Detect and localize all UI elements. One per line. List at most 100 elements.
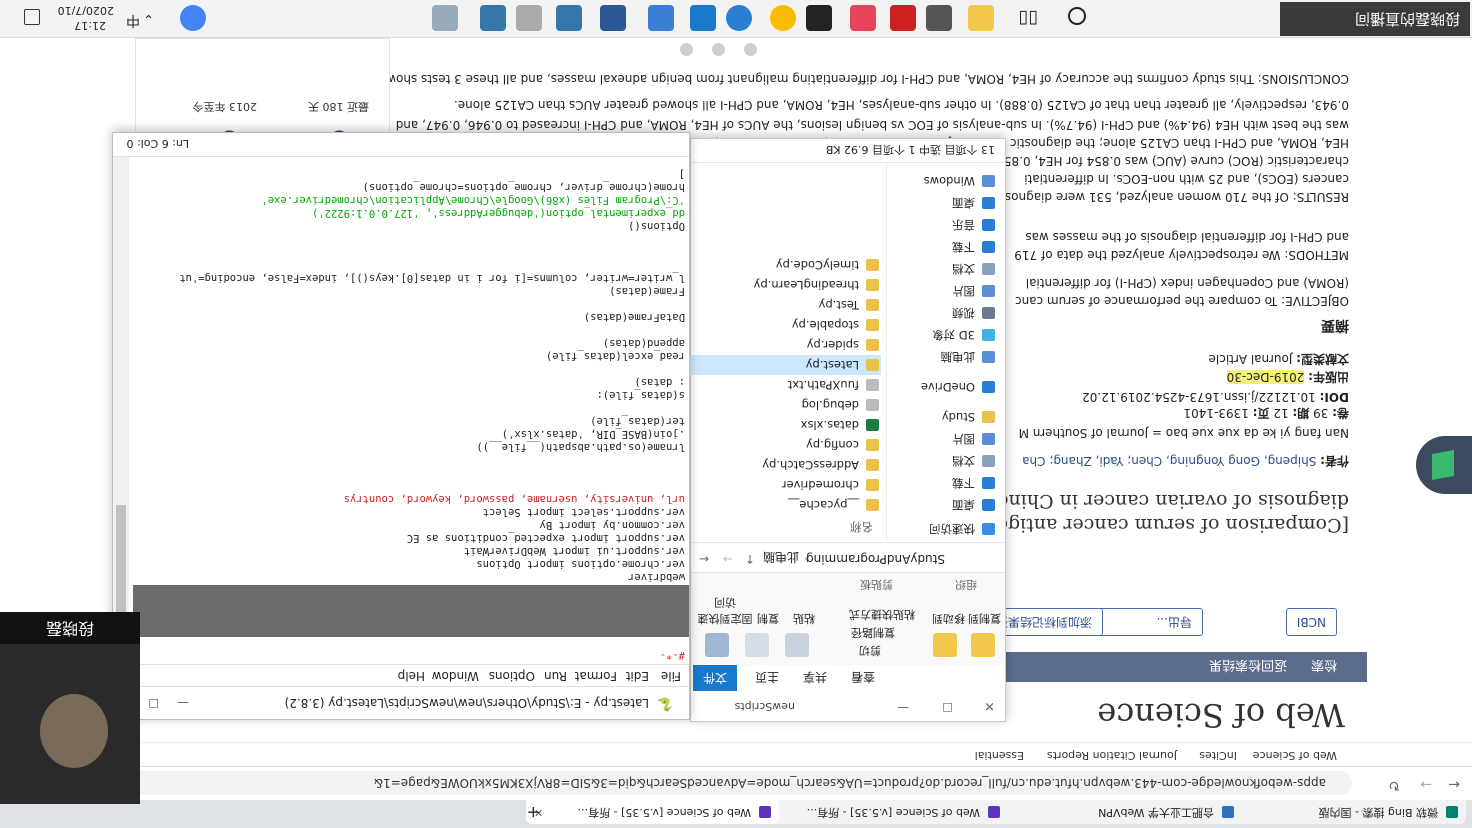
- back-icon[interactable]: ←: [1448, 776, 1460, 792]
- ribbon-tab-view[interactable]: 查看: [851, 669, 875, 686]
- nav-item[interactable]: 桌面: [952, 193, 997, 213]
- bookmark-item[interactable]: InCites: [1199, 749, 1237, 762]
- paste-button[interactable]: 粘贴: [793, 611, 815, 627]
- chrome-icon[interactable]: [180, 5, 206, 31]
- nav-item[interactable]: 3D 对象: [932, 325, 997, 345]
- carousel-dot[interactable]: [712, 43, 725, 56]
- search-icon[interactable]: [1068, 7, 1086, 25]
- minimize-icon[interactable]: —: [177, 687, 189, 719]
- nav-item[interactable]: Windows: [924, 171, 997, 191]
- menu-help[interactable]: Help: [398, 665, 425, 687]
- menu-run[interactable]: Run: [544, 665, 567, 687]
- carousel-dot[interactable]: [744, 43, 757, 56]
- column-header-name[interactable]: 名称: [703, 517, 881, 537]
- breadcrumb-this-pc[interactable]: 此电脑: [763, 549, 799, 566]
- file-item[interactable]: datas.xlsx: [689, 415, 881, 435]
- tab-wos-2[interactable]: Web of Science [v.5.35] - 所有... ✕: [526, 800, 779, 824]
- close-icon[interactable]: ✕: [984, 698, 995, 713]
- menu-file[interactable]: File: [661, 665, 681, 687]
- app-icon[interactable]: [516, 5, 542, 31]
- file-item[interactable]: threadingLearn.py: [689, 275, 881, 295]
- move-to-icon[interactable]: [933, 633, 957, 657]
- file-item[interactable]: spider.py: [689, 335, 881, 355]
- task-view-icon[interactable]: ▯▯: [1012, 5, 1038, 31]
- nav-onedrive[interactable]: OneDrive: [921, 377, 997, 397]
- pin-icon[interactable]: [705, 633, 729, 657]
- ribbon-tab-share[interactable]: 共享: [803, 669, 827, 686]
- menu-window[interactable]: Window: [432, 665, 479, 687]
- python-icon[interactable]: [480, 5, 506, 31]
- app-icon[interactable]: [600, 5, 626, 31]
- carousel-dot[interactable]: [680, 43, 693, 56]
- new-tab-button[interactable]: +: [512, 800, 548, 824]
- breadcrumb-folder[interactable]: StudyAndProgramming: [806, 552, 945, 566]
- file-item[interactable]: AddressCatch.py: [689, 455, 881, 475]
- copy-to-button[interactable]: 复制到: [968, 611, 1001, 627]
- paste-shortcut-button[interactable]: 粘贴快捷方式: [849, 607, 915, 623]
- copy-icon[interactable]: [745, 633, 769, 657]
- clock-date[interactable]: 2020/7/10: [58, 3, 114, 18]
- pin-quick-access-button[interactable]: 固定到快速访问: [695, 595, 755, 627]
- app-icon[interactable]: [926, 5, 952, 31]
- nav-item[interactable]: 音乐: [952, 215, 997, 235]
- app-icon[interactable]: [850, 5, 876, 31]
- app-icon[interactable]: [690, 5, 716, 31]
- tab-wos-1[interactable]: Web of Science [v.5.35] - 所有... ✕: [755, 800, 1008, 824]
- bookmark-item[interactable]: Web of Science: [1253, 749, 1337, 762]
- export-button[interactable]: 导出...: [1091, 608, 1203, 636]
- up-icon[interactable]: ↑: [745, 552, 755, 566]
- nav-item[interactable]: 下载: [952, 237, 997, 257]
- bookmark-item[interactable]: Journal Citation Reports: [1047, 749, 1177, 762]
- ncbi-button[interactable]: NCBI: [1285, 608, 1337, 636]
- authors[interactable]: Shipeng, Gong Yongning, Chen; Yadi, Zhan…: [1022, 454, 1316, 468]
- bookmark-item[interactable]: Essential: [975, 749, 1024, 762]
- reload-icon[interactable]: ↻: [1388, 777, 1400, 793]
- file-item[interactable]: config.py: [689, 435, 881, 455]
- notification-icon[interactable]: [24, 9, 40, 25]
- floating-assistant-button[interactable]: [1416, 436, 1472, 494]
- chevron-down-icon[interactable]: ⌄: [143, 11, 154, 26]
- folder-icon[interactable]: [968, 5, 994, 31]
- nav-item[interactable]: 桌面: [952, 495, 997, 515]
- back-icon[interactable]: ←: [699, 552, 709, 566]
- file-item[interactable]: fuuXPath.txt: [689, 375, 881, 395]
- nav-quick-access[interactable]: 快速访问: [929, 519, 997, 539]
- nav-item[interactable]: Study: [942, 407, 997, 427]
- copy-button[interactable]: 复制: [757, 611, 779, 627]
- ribbon-tab-home[interactable]: 主页: [755, 669, 779, 686]
- url-input[interactable]: apps-webofknowledge-com-443.webvpn.hfut.…: [76, 771, 1352, 795]
- nav-item[interactable]: 图片: [952, 281, 997, 301]
- nav-item[interactable]: 文档: [952, 259, 997, 279]
- app-icon[interactable]: [726, 5, 752, 31]
- tab-webvpn[interactable]: 合肥工业大学 WebVPN ✕: [984, 800, 1242, 824]
- forward-icon[interactable]: →: [723, 552, 733, 566]
- file-item[interactable]: __pycache__: [689, 495, 881, 515]
- tab-bing[interactable]: 微软 Bing 搜索 - 国内版 ✕: [1218, 800, 1466, 824]
- file-item[interactable]: chromedriver: [689, 475, 881, 495]
- menu-options[interactable]: Options: [489, 665, 535, 687]
- nav-search[interactable]: 检索: [1311, 657, 1337, 676]
- nav-item[interactable]: 视频: [952, 303, 997, 323]
- vertical-scrollbar[interactable]: [113, 157, 129, 665]
- maximize-icon[interactable]: ☐: [148, 687, 159, 719]
- clock-time[interactable]: 21:17: [74, 18, 106, 33]
- ime-indicator[interactable]: 中: [126, 12, 140, 28]
- code-editor[interactable]: #-*- ep, time webdriver ver.chrome.optio…: [127, 157, 689, 665]
- forward-icon[interactable]: →: [1420, 776, 1432, 792]
- app-icon[interactable]: [890, 5, 916, 31]
- nav-item[interactable]: 图片: [952, 429, 997, 449]
- menu-format[interactable]: Format: [575, 665, 617, 687]
- chrome-icon[interactable]: [770, 5, 796, 31]
- nav-item[interactable]: 下载: [952, 473, 997, 493]
- copy-to-icon[interactable]: [971, 633, 995, 657]
- file-item[interactable]: debug.log: [689, 395, 881, 415]
- file-item[interactable]: stopable.py: [689, 315, 881, 335]
- nav-this-pc[interactable]: 此电脑: [941, 347, 998, 367]
- menu-edit[interactable]: Edit: [626, 665, 649, 687]
- nav-back-to-results[interactable]: 返回检索结果: [1209, 657, 1287, 676]
- python-icon[interactable]: [556, 5, 582, 31]
- copy-path-button[interactable]: 复制路径: [851, 625, 895, 641]
- file-item[interactable]: Test.py: [689, 295, 881, 315]
- app-icon[interactable]: [648, 5, 674, 31]
- minimize-icon[interactable]: —: [897, 701, 909, 715]
